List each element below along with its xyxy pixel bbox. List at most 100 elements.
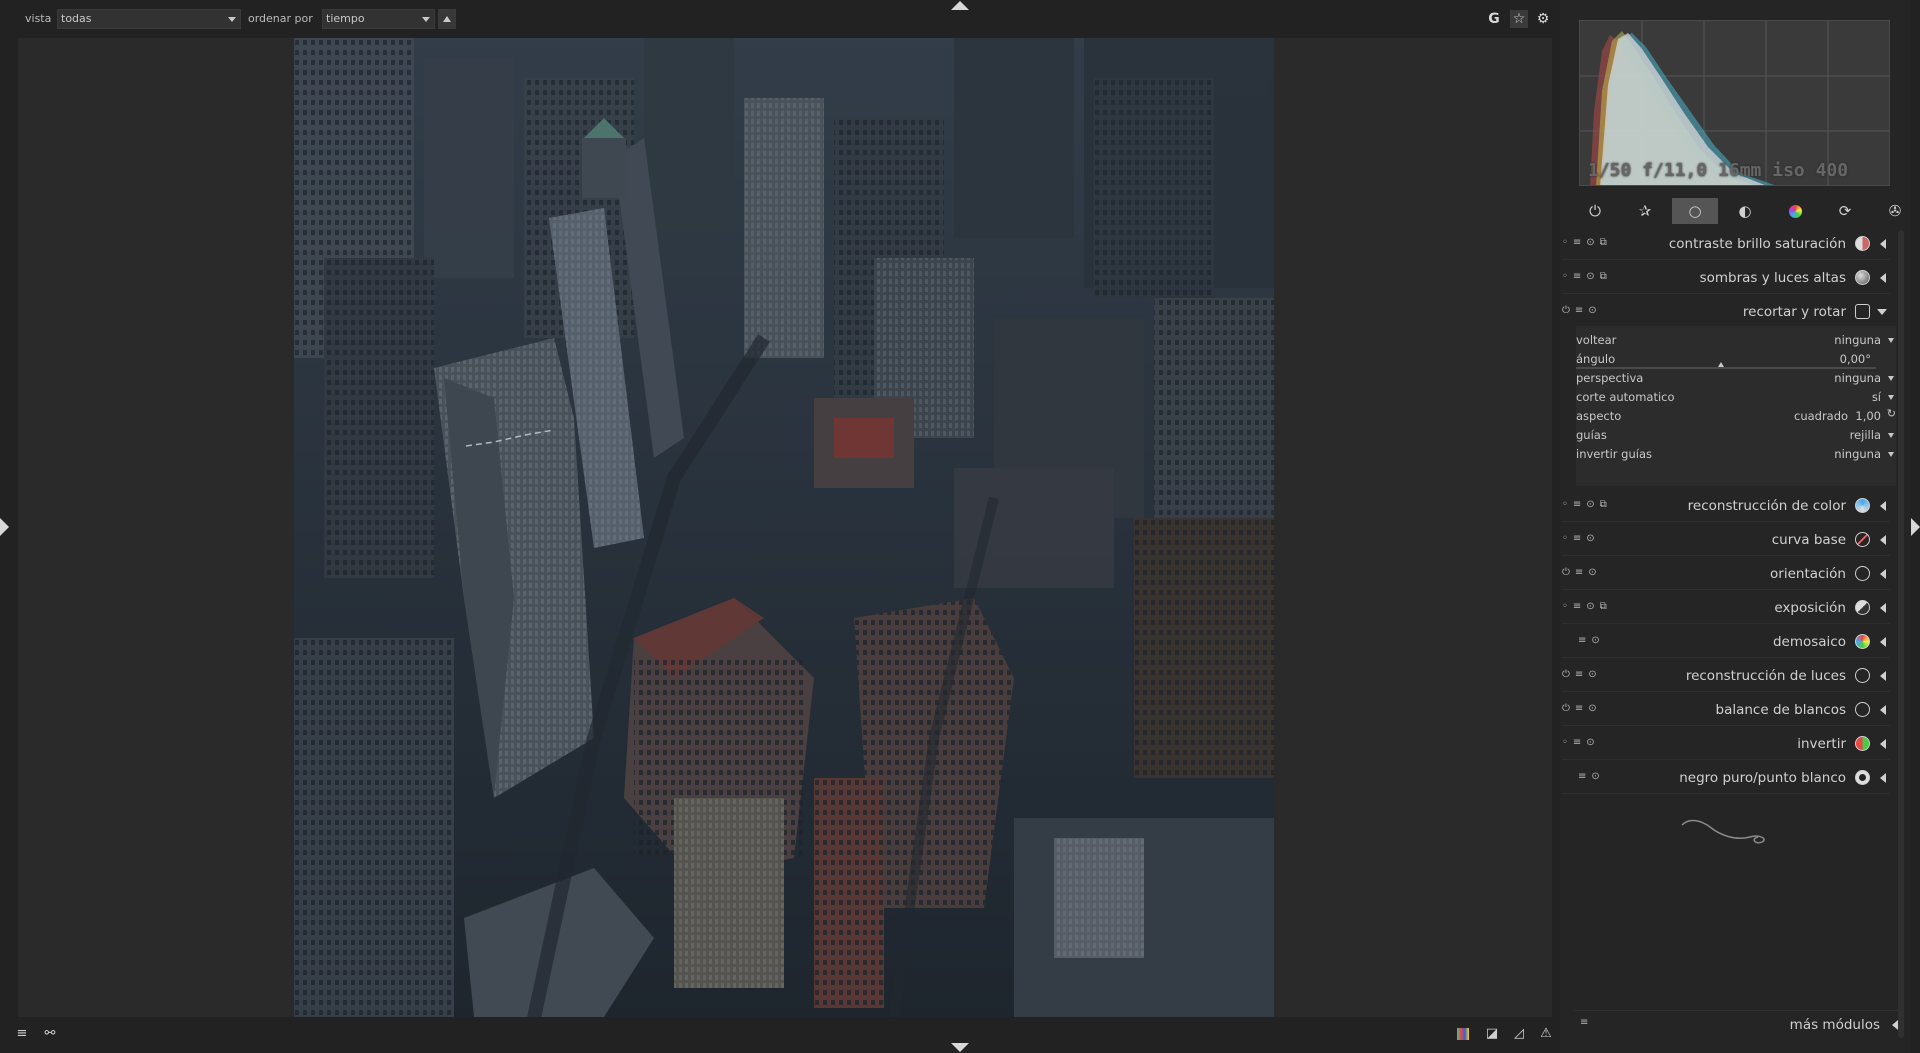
module-name: balance de blancos	[1715, 702, 1846, 718]
param-aspecto[interactable]: aspecto cuadrado 1,00 ↻	[1576, 407, 1896, 428]
crop-icon	[1855, 304, 1870, 319]
param-label: aspecto	[1576, 409, 1622, 423]
slider-thumb[interactable]	[1718, 362, 1724, 367]
grouping-g-icon[interactable]: G	[1485, 10, 1503, 28]
module-name: curva base	[1771, 532, 1846, 548]
module-reconstruccion-color[interactable]: ◦≡⊙⧉ reconstrucción de color	[1562, 490, 1890, 522]
top-panel-toggle-icon[interactable]	[951, 1, 969, 10]
module-contraste[interactable]: ◦≡⊙⧉ contraste brillo saturación	[1562, 228, 1890, 260]
module-name: demosaico	[1772, 634, 1846, 650]
chevron-left-icon[interactable]	[1880, 705, 1886, 715]
angle-slider[interactable]	[1576, 362, 1876, 369]
module-curva-base[interactable]: ◦≡⊙ curva base	[1562, 524, 1890, 556]
chevron-left-icon[interactable]	[1880, 671, 1886, 681]
sort-order-button[interactable]	[438, 9, 456, 29]
module-groups-bar: ⏻ ✰ ○ ◐ ⟳ ✇	[1572, 198, 1902, 226]
chevron-left-icon[interactable]	[1880, 773, 1886, 783]
module-controls[interactable]: ≡⊙	[1578, 635, 1605, 646]
module-controls[interactable]: ◦≡⊙⧉	[1562, 601, 1612, 612]
chevron-left-icon[interactable]	[1880, 637, 1886, 647]
module-controls[interactable]: ⏻≡⊙	[1562, 703, 1602, 714]
chevron-left-icon[interactable]	[1880, 501, 1886, 511]
photo-aerial-city[interactable]	[294, 38, 1274, 1017]
menu-icon[interactable]: ≡	[14, 1026, 30, 1042]
base-curve-icon	[1855, 532, 1870, 547]
white-balance-icon	[1855, 702, 1870, 717]
swap-orientation-icon[interactable]: ↻	[1887, 407, 1896, 420]
base-circle-icon[interactable]: ○	[1672, 198, 1718, 224]
histogram[interactable]: 1/50 f/11,0 16mm iso 400	[1579, 20, 1890, 186]
color-circle-icon[interactable]	[1772, 198, 1818, 224]
clipping-indicator-icon[interactable]: ◿	[1511, 1026, 1527, 1042]
param-angulo[interactable]: ángulo 0,00°	[1576, 352, 1896, 371]
chevron-left-icon[interactable]	[1880, 273, 1886, 283]
gamut-check-icon[interactable]: ⚠	[1538, 1026, 1554, 1042]
raw-overexposed-icon[interactable]: ◪	[1484, 1026, 1500, 1042]
correct-rotate-icon[interactable]: ⟳	[1822, 198, 1868, 224]
module-controls[interactable]: ≡⊙	[1578, 771, 1605, 782]
module-reconstruccion-luces[interactable]: ⏻≡⊙ reconstrucción de luces	[1562, 660, 1890, 692]
sort-combo[interactable]: tiempo	[322, 9, 435, 29]
right-panel-toggle-icon[interactable]	[1911, 518, 1920, 536]
chevron-left-icon[interactable]	[1880, 535, 1886, 545]
module-controls[interactable]: ◦≡⊙	[1562, 533, 1600, 544]
module-recortar[interactable]: ⏻≡⊙ recortar y rotar	[1562, 296, 1890, 328]
module-invertir[interactable]: ◦≡⊙ invertir	[1562, 728, 1890, 760]
chevron-left-icon[interactable]	[1880, 239, 1886, 249]
param-perspectiva[interactable]: perspectiva ninguna	[1576, 371, 1896, 390]
chevron-left-icon[interactable]	[1892, 1020, 1898, 1030]
module-name: invertir	[1797, 736, 1846, 752]
param-invertir-guias[interactable]: invertir guías ninguna	[1576, 447, 1896, 466]
exposure-icon	[1855, 600, 1870, 615]
module-name: reconstrucción de luces	[1685, 668, 1846, 684]
favorites-star-icon[interactable]: ✰	[1622, 198, 1668, 224]
module-demosaico[interactable]: ≡⊙ demosaico	[1562, 626, 1890, 658]
color-assessment-icon[interactable]	[1457, 1028, 1469, 1040]
chevron-down-icon	[422, 17, 430, 22]
param-label: invertir guías	[1576, 447, 1653, 461]
module-controls[interactable]: ◦≡⊙⧉	[1562, 499, 1612, 510]
photo-image	[294, 38, 1274, 1017]
module-controls[interactable]: ⏻≡⊙	[1562, 567, 1602, 578]
view-combo[interactable]: todas	[57, 9, 241, 29]
chevron-left-icon[interactable]	[1880, 739, 1886, 749]
right-panel-scrollbar[interactable]	[1898, 230, 1904, 1038]
contrast-icon	[1855, 236, 1870, 251]
module-negro-puro[interactable]: ≡⊙ negro puro/punto blanco	[1562, 762, 1890, 794]
preferences-gear-icon[interactable]: ⚙	[1534, 10, 1552, 28]
module-balance-blancos[interactable]: ⏻≡⊙ balance de blancos	[1562, 694, 1890, 726]
module-name: orientación	[1770, 566, 1846, 582]
center-view[interactable]	[18, 38, 1552, 1017]
module-exposicion[interactable]: ◦≡⊙⧉ exposición	[1562, 592, 1890, 624]
module-controls[interactable]: ⏻≡⊙	[1562, 669, 1602, 680]
chevron-left-icon[interactable]	[1880, 603, 1886, 613]
module-controls[interactable]: ◦≡⊙⧉	[1562, 271, 1612, 282]
module-orientacion[interactable]: ⏻≡⊙ orientación	[1562, 558, 1890, 590]
param-label: ángulo	[1576, 352, 1616, 366]
chevron-down-icon[interactable]	[1877, 309, 1887, 315]
star-overlay-icon[interactable]: ☆	[1510, 10, 1528, 28]
module-controls[interactable]: ◦≡⊙⧉	[1562, 237, 1612, 248]
shadows-icon	[1855, 270, 1870, 285]
effects-aperture-icon[interactable]: ✇	[1872, 198, 1918, 224]
module-name: contraste brillo saturación	[1668, 236, 1846, 252]
invert-icon	[1855, 736, 1870, 751]
more-modules-bar[interactable]: ≡ más módulos	[1574, 1010, 1904, 1036]
left-panel-toggle-icon[interactable]	[0, 518, 9, 536]
styles-icon[interactable]: ⚯	[42, 1026, 58, 1042]
param-guias[interactable]: guías rejilla	[1576, 428, 1896, 447]
crop-rotate-params: voltear ninguna ángulo 0,00° perspectiva…	[1576, 326, 1896, 486]
module-sombras[interactable]: ◦≡⊙⧉ sombras y luces altas	[1562, 262, 1890, 294]
dropdown-arrow-icon	[1888, 338, 1894, 343]
param-voltear[interactable]: voltear ninguna	[1576, 333, 1896, 352]
presets-menu-icon[interactable]: ≡	[1580, 1017, 1588, 1028]
chevron-left-icon[interactable]	[1880, 569, 1886, 579]
module-name: negro puro/punto blanco	[1679, 770, 1846, 786]
module-controls[interactable]: ◦≡⊙	[1562, 737, 1600, 748]
param-corte[interactable]: corte automatico sí	[1576, 390, 1896, 409]
more-modules-label: más módulos	[1789, 1017, 1880, 1033]
tone-circle-icon[interactable]: ◐	[1722, 198, 1768, 224]
power-active-icon[interactable]: ⏻	[1572, 198, 1618, 224]
dropdown-arrow-icon	[1888, 433, 1894, 438]
module-controls[interactable]: ⏻≡⊙	[1562, 305, 1602, 316]
